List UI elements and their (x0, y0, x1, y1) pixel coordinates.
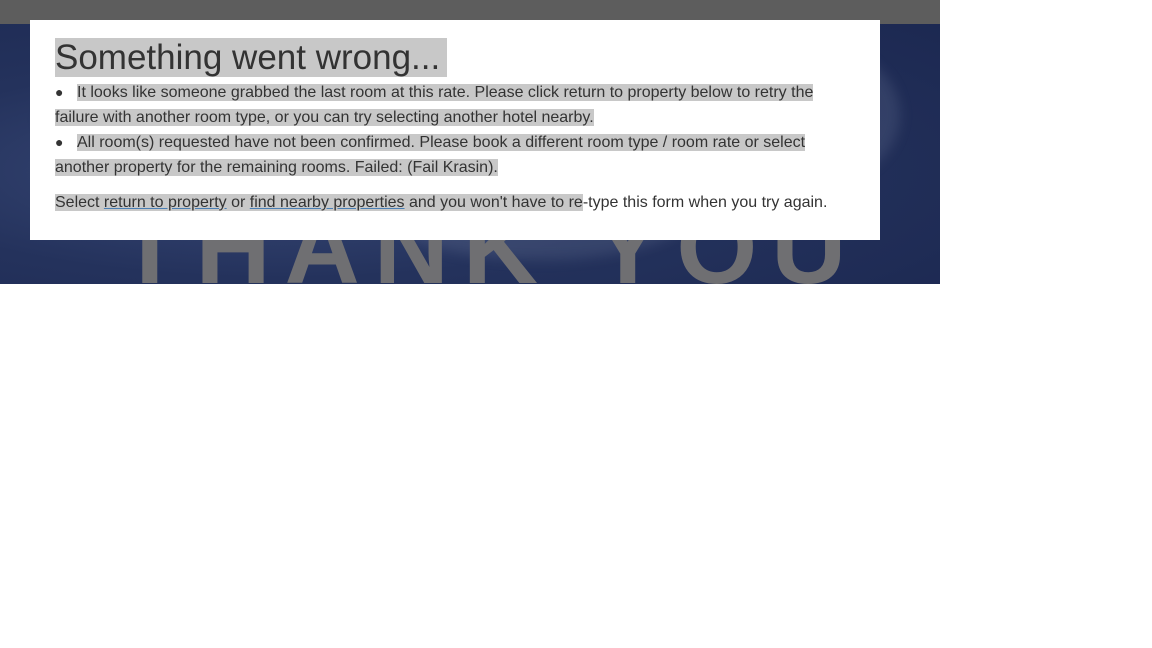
bullet-icon: ● (55, 134, 64, 150)
error-list: ● It looks like someone grabbed the last … (55, 80, 855, 180)
error-title-text: Something went wrong... (55, 38, 448, 77)
error-title: Something went wrong... (55, 36, 855, 80)
footer-suffix-rest: -type this form when you try again. (582, 194, 828, 211)
error-message: It looks like someone grabbed the last r… (55, 84, 814, 126)
error-footer: Select return to property or find nearby… (55, 190, 855, 215)
footer-suffix-highlighted: and you won't have to re (404, 194, 583, 211)
error-item: ● All room(s) requested have not been con… (55, 130, 855, 180)
footer-prefix: Select (55, 194, 104, 211)
error-message: All room(s) requested have not been conf… (55, 134, 806, 176)
bullet-icon: ● (55, 84, 64, 100)
find-nearby-properties-link[interactable]: find nearby properties (250, 194, 405, 211)
error-item: ● It looks like someone grabbed the last … (55, 80, 855, 130)
error-dialog: Something went wrong... ● It looks like s… (30, 20, 880, 240)
footer-middle: or (226, 194, 250, 211)
return-to-property-link[interactable]: return to property (104, 194, 227, 211)
footer-highlighted: Select return to property or find nearby… (55, 194, 583, 211)
